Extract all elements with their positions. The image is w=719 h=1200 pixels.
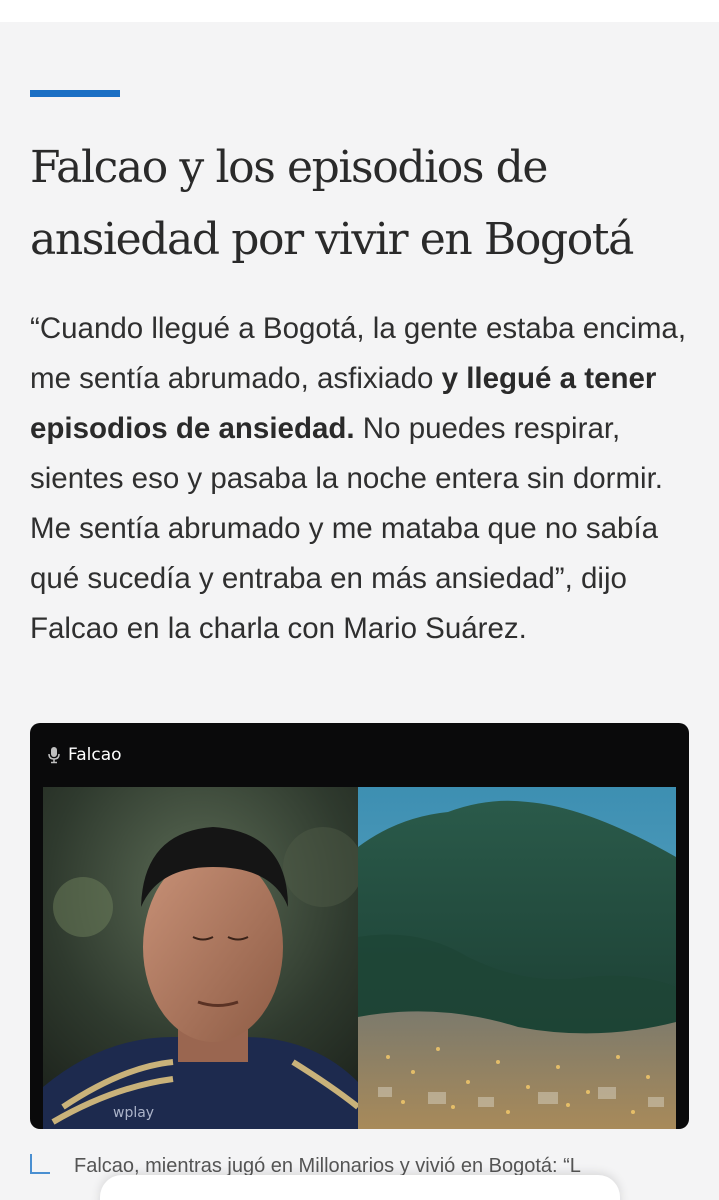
article-media-card[interactable]: Falcao wplay	[30, 723, 689, 1129]
caption-corner-icon	[30, 1154, 50, 1174]
bottom-sheet-overlay[interactable]	[100, 1175, 620, 1200]
page: Falcao y los episodios de ansiedad por v…	[0, 0, 719, 1200]
falcao-portrait-image: wplay	[43, 787, 358, 1129]
media-label-text: Falcao	[68, 745, 122, 765]
svg-text:wplay: wplay	[113, 1105, 154, 1121]
bogota-landscape-image	[358, 787, 676, 1129]
paragraph-text-end: No puedes respirar, sientes eso y pasaba…	[30, 412, 663, 645]
microphone-icon	[46, 746, 62, 764]
media-label: Falcao	[46, 745, 122, 765]
accent-bar	[30, 90, 120, 97]
article-headline: Falcao y los episodios de ansiedad por v…	[30, 142, 634, 265]
article: Falcao y los episodios de ansiedad por v…	[0, 22, 719, 1200]
article-paragraph: “Cuando llegué a Bogotá, la gente estaba…	[30, 304, 702, 654]
